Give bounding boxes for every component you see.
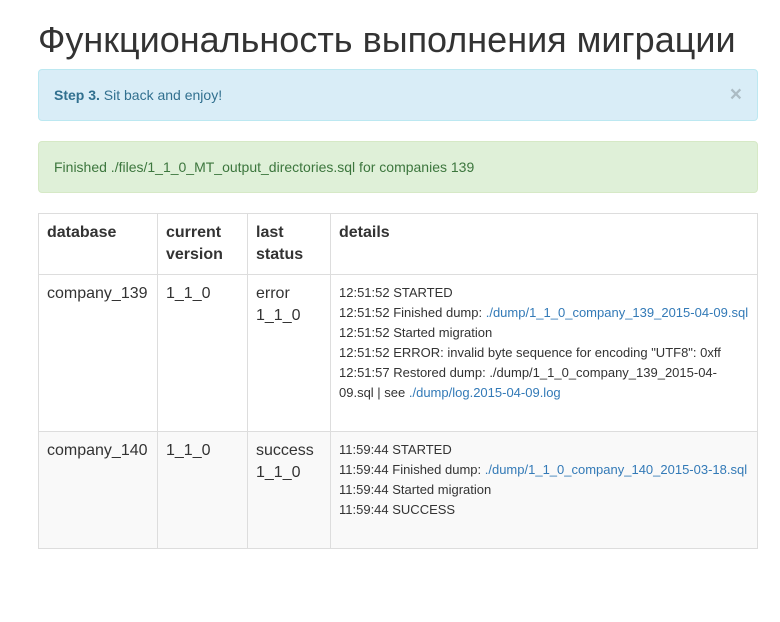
cell-current-version: 1_1_0 [157,274,248,432]
log-line-text: 12:51:52 Finished dump: [339,305,486,320]
log-line: 12:51:52 STARTED [339,285,453,300]
log-line: 12:51:52 Started migration [339,325,493,340]
log-link[interactable]: ./dump/log.2015-04-09.log [409,385,561,400]
table-header-row: database current version last status det… [38,213,758,275]
header-database: database [38,213,158,275]
dump-link[interactable]: ./dump/1_1_0_company_139_2015-04-09.sql [486,305,748,320]
status-version: 1_1_0 [256,464,301,481]
success-alert: Finished ./files/1_1_0_MT_output_directo… [38,141,758,193]
log-line: 12:51:57 Restored dump: ./dump/1_1_0_com… [339,363,749,403]
cell-details: 11:59:44 STARTED 11:59:44 Finished dump:… [330,431,758,549]
cell-database: company_140 [38,431,158,549]
info-alert: Step 3. Sit back and enjoy! × [38,69,758,121]
status-version: 1_1_0 [256,307,301,324]
log-line: 12:51:52 ERROR: invalid byte sequence fo… [339,345,721,360]
log-line-text: 11:59:44 Finished dump: [339,462,485,477]
dump-link[interactable]: ./dump/1_1_0_company_140_2015-03-18.sql [485,462,747,477]
step-label: Step 3. [54,87,100,103]
header-details: details [330,213,758,275]
log-line: 11:59:44 SUCCESS [339,502,456,517]
status-text: success [256,442,314,459]
cell-current-version: 1_1_0 [157,431,248,549]
table-row: company_139 1_1_0 error 1_1_0 12:51:52 S… [38,274,758,432]
status-text: error [256,285,290,302]
log-line: 11:59:44 STARTED [339,442,452,457]
cell-last-status: success 1_1_0 [247,431,331,549]
main-container: Функциональность выполнения миграции Ste… [38,0,758,549]
log-line: 12:51:52 Finished dump: ./dump/1_1_0_com… [339,303,749,323]
cell-details: 12:51:52 STARTED 12:51:52 Finished dump:… [330,274,758,432]
header-last-status: last status [247,213,331,275]
cell-last-status: error 1_1_0 [247,274,331,432]
table-row: company_140 1_1_0 success 1_1_0 11:59:44… [38,431,758,549]
info-message: Sit back and enjoy! [99,87,223,103]
log-line: 11:59:44 Finished dump: ./dump/1_1_0_com… [339,460,749,480]
migration-table: database current version last status det… [38,213,758,549]
page-title: Функциональность выполнения миграции [38,19,736,60]
cell-database: company_139 [38,274,158,432]
close-icon[interactable]: × [730,70,742,120]
header-current-version: current version [157,213,248,275]
log-line: 11:59:44 Started migration [339,482,492,497]
success-message: Finished ./files/1_1_0_MT_output_directo… [54,159,475,175]
